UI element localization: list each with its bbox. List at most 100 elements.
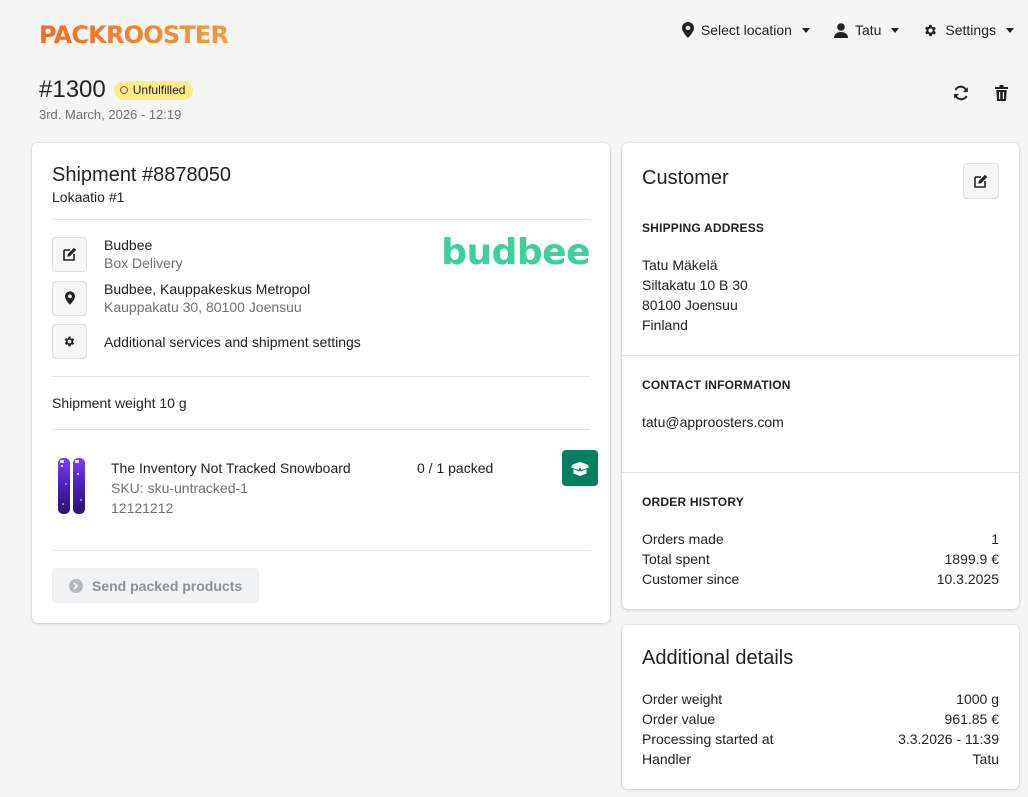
detail-row: Handler Tatu xyxy=(642,749,999,769)
address-line: Siltakatu 10 B 30 xyxy=(642,277,748,293)
order-header: #1300 Unfulfilled 3rd. March, 2026 - 12:… xyxy=(39,76,194,122)
shipment-title-label: Shipment xyxy=(52,164,137,186)
divider xyxy=(622,355,1019,356)
carrier-row: Budbee Box Delivery xyxy=(52,236,183,272)
detail-value: Tatu xyxy=(972,751,999,767)
detail-label: Order weight xyxy=(642,691,723,707)
detail-row: Processing started at 3.3.2026 - 11:39 xyxy=(642,729,999,749)
edit-customer-button[interactable] xyxy=(963,163,999,199)
pickup-info: Budbee, Kauppakeskus Metropol Kauppakatu… xyxy=(104,280,310,316)
delete-order-button[interactable] xyxy=(992,84,1010,102)
divider xyxy=(622,472,1019,473)
detail-value: 3.3.2026 - 11:39 xyxy=(898,731,999,747)
select-location-menu[interactable]: Select location xyxy=(681,22,810,38)
divider xyxy=(52,376,590,377)
shipment-settings-button[interactable] xyxy=(52,324,87,359)
settings-label: Settings xyxy=(945,22,996,38)
history-value: 1899.9 € xyxy=(944,551,1000,567)
services-label: Additional services and shipment setting… xyxy=(104,333,361,350)
chevron-down-icon xyxy=(1006,27,1014,33)
history-label: Total spent xyxy=(642,551,710,567)
address-line: Tatu Mäkelä xyxy=(642,257,718,273)
contact-information-label: CONTACT INFORMATION xyxy=(642,378,791,392)
gear-icon xyxy=(925,24,937,36)
divider xyxy=(52,550,590,551)
logo-graphic: PACKROOSTER xyxy=(39,21,229,48)
shipment-location: Lokaatio #1 xyxy=(52,189,125,205)
status-badge: Unfulfilled xyxy=(113,80,194,100)
budbee-logo: budbee xyxy=(441,232,590,273)
product-name: The Inventory Not Tracked Snowboard xyxy=(111,460,351,476)
select-location-label: Select location xyxy=(700,22,792,38)
divider xyxy=(52,219,590,220)
history-row: Total spent 1899.9 € xyxy=(642,549,999,569)
shipment-card: Shipment #8878050 Lokaatio #1 Budbee Box… xyxy=(32,143,610,623)
shipping-address-label: SHIPPING ADDRESS xyxy=(642,221,765,235)
history-row: Customer since 10.3.2025 xyxy=(642,569,999,589)
box-icon xyxy=(571,461,589,476)
edit-icon xyxy=(974,174,988,188)
location-pin-icon xyxy=(681,22,694,38)
history-value: 10.3.2025 xyxy=(936,571,999,587)
shipment-id: #8878050 xyxy=(142,164,232,186)
customer-title: Customer xyxy=(642,167,729,189)
detail-label: Handler xyxy=(642,751,692,767)
detail-label: Processing started at xyxy=(642,731,774,747)
top-navigation: Select location Tatu Settings xyxy=(681,22,1014,38)
chevron-down-icon xyxy=(891,27,900,33)
customer-email[interactable]: tatu@approosters.com xyxy=(642,412,784,432)
product-barcode: 12121212 xyxy=(111,500,174,516)
detail-value: 961.85 € xyxy=(944,711,1000,727)
address-line: 80100 Joensuu xyxy=(642,297,738,313)
snowboard-thumbnail xyxy=(58,458,85,514)
detail-value: 1000 g xyxy=(956,691,999,707)
edit-pickup-button[interactable] xyxy=(52,280,87,316)
product-packed-count: 0 / 1 packed xyxy=(417,460,494,476)
detail-row: Order weight 1000 g xyxy=(642,689,999,709)
additional-details-card: Additional details Order weight 1000 g O… xyxy=(622,625,1019,789)
status-dot-icon xyxy=(119,86,128,94)
edit-carrier-button[interactable] xyxy=(52,236,87,272)
order-title-row: #1300 Unfulfilled xyxy=(39,76,194,104)
services-row: Additional services and shipment setting… xyxy=(52,324,361,359)
detail-row: Order value 961.85 € xyxy=(642,709,999,729)
detail-label: Order value xyxy=(642,711,716,727)
order-history-label: ORDER HISTORY xyxy=(642,495,744,509)
user-name-label: Tatu xyxy=(854,22,882,38)
gear-icon xyxy=(64,336,75,347)
refresh-icon xyxy=(954,85,968,101)
user-icon xyxy=(833,22,848,38)
order-number: #1300 xyxy=(39,76,106,103)
location-pin-icon xyxy=(64,291,75,305)
pack-product-button[interactable] xyxy=(562,450,598,486)
edit-icon xyxy=(62,247,76,261)
refresh-button[interactable] xyxy=(952,84,970,102)
top-bar: PACKROOSTER Select location Tatu Setting… xyxy=(0,0,1028,66)
services-info: Additional services and shipment setting… xyxy=(104,333,361,351)
logo-text: PACKROOSTER xyxy=(39,21,229,48)
history-row: Orders made 1 xyxy=(642,529,999,549)
customer-card: Customer SHIPPING ADDRESS Tatu Mäkelä Si… xyxy=(622,143,1019,609)
history-label: Orders made xyxy=(642,531,724,547)
settings-menu[interactable]: Settings xyxy=(923,22,1014,38)
order-actions xyxy=(952,84,1010,102)
address-line: Finland xyxy=(642,317,688,333)
divider xyxy=(52,429,590,430)
carrier-service: Box Delivery xyxy=(104,255,183,271)
pickup-name: Budbee, Kauppakeskus Metropol xyxy=(104,281,311,297)
chevron-right-circle-icon xyxy=(69,578,83,593)
status-badge-label: Unfulfilled xyxy=(132,83,186,97)
carrier-name: Budbee xyxy=(104,237,153,253)
history-label: Customer since xyxy=(642,571,740,587)
user-menu[interactable]: Tatu xyxy=(833,22,900,38)
order-date: 3rd. March, 2026 - 12:19 xyxy=(39,107,182,122)
chevron-down-icon xyxy=(801,27,810,33)
send-packed-products-label: Send packed products xyxy=(92,577,243,594)
history-value: 1 xyxy=(991,531,999,547)
send-packed-products-button[interactable]: Send packed products xyxy=(52,568,260,603)
trash-icon xyxy=(994,85,1008,101)
product-row: The Inventory Not Tracked Snowboard SKU:… xyxy=(52,450,598,531)
pickup-row: Budbee, Kauppakeskus Metropol Kauppakatu… xyxy=(52,280,310,316)
packrooster-logo[interactable]: PACKROOSTER xyxy=(39,18,229,48)
carrier-info: Budbee Box Delivery xyxy=(104,236,183,272)
